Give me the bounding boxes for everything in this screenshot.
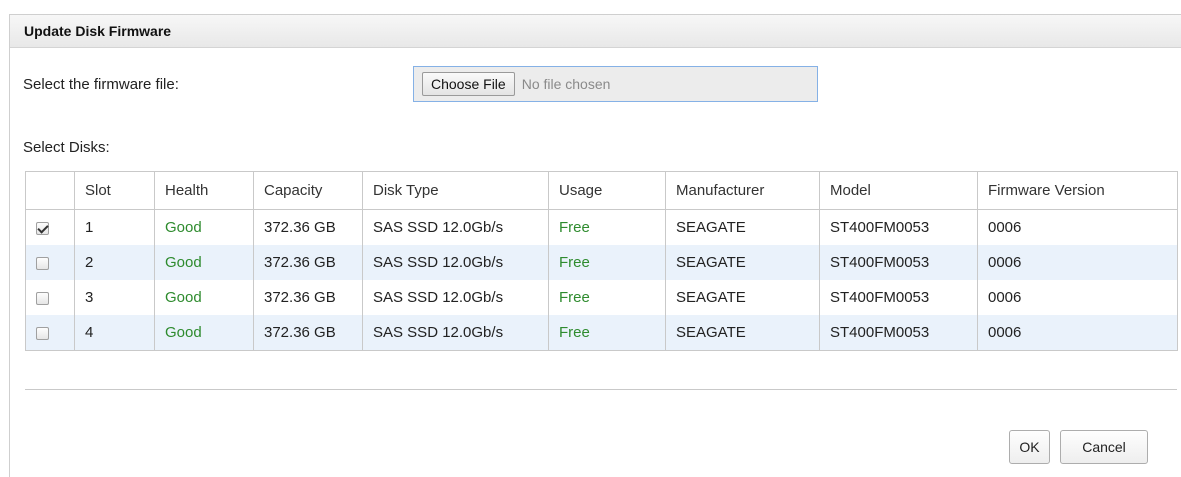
row-select-cell <box>25 209 75 245</box>
firmware-file-input[interactable]: Choose File No file chosen <box>413 66 818 102</box>
usage-cell: Free <box>548 209 666 245</box>
slot-cell: 2 <box>74 245 155 280</box>
disk-checkbox[interactable] <box>36 291 49 305</box>
health-cell: Good <box>154 245 254 280</box>
health-cell: Good <box>154 209 254 245</box>
slot-cell: 4 <box>74 315 155 351</box>
column-header-model[interactable]: Model <box>819 171 978 210</box>
select-disks-label: Select Disks: <box>23 139 110 156</box>
column-header-usage[interactable]: Usage <box>548 171 666 210</box>
manufacturer-cell: SEAGATE <box>665 315 820 351</box>
update-disk-firmware-dialog: Update Disk Firmware Select the firmware… <box>9 14 1181 477</box>
column-header-firmware-version[interactable]: Firmware Version <box>977 171 1178 210</box>
usage-cell: Free <box>548 245 666 280</box>
disk-checkbox[interactable] <box>36 256 49 270</box>
dialog-titlebar: Update Disk Firmware <box>10 15 1181 48</box>
disk-type-cell: SAS SSD 12.0Gb/s <box>362 209 549 245</box>
firmware-version-cell: 0006 <box>977 315 1178 351</box>
health-cell: Good <box>154 315 254 351</box>
footer-divider <box>25 389 1177 390</box>
model-cell: ST400FM0053 <box>819 280 978 315</box>
dialog-title: Update Disk Firmware <box>24 23 172 39</box>
cancel-button[interactable]: Cancel <box>1060 430 1148 464</box>
firmware-version-cell: 0006 <box>977 209 1178 245</box>
usage-cell: Free <box>548 280 666 315</box>
column-header-manufacturer[interactable]: Manufacturer <box>665 171 820 210</box>
disk-checkbox[interactable] <box>36 221 49 235</box>
disk-type-cell: SAS SSD 12.0Gb/s <box>362 315 549 351</box>
capacity-cell: 372.36 GB <box>253 280 363 315</box>
row-select-cell <box>25 315 75 351</box>
model-cell: ST400FM0053 <box>819 209 978 245</box>
capacity-cell: 372.36 GB <box>253 245 363 280</box>
table-row[interactable]: 2 Good 372.36 GB SAS SSD 12.0Gb/s Free S… <box>25 245 1178 280</box>
disk-type-cell: SAS SSD 12.0Gb/s <box>362 245 549 280</box>
column-header-select <box>25 171 75 210</box>
firmware-version-cell: 0006 <box>977 245 1178 280</box>
row-select-cell <box>25 245 75 280</box>
firmware-file-label: Select the firmware file: <box>23 76 179 93</box>
manufacturer-cell: SEAGATE <box>665 245 820 280</box>
row-select-cell <box>25 280 75 315</box>
table-row[interactable]: 4 Good 372.36 GB SAS SSD 12.0Gb/s Free S… <box>25 315 1178 351</box>
manufacturer-cell: SEAGATE <box>665 209 820 245</box>
disks-table: Slot Health Capacity Disk Type Usage Man… <box>25 171 1178 351</box>
model-cell: ST400FM0053 <box>819 315 978 351</box>
usage-cell: Free <box>548 315 666 351</box>
no-file-chosen-text: No file chosen <box>521 76 611 92</box>
slot-cell: 3 <box>74 280 155 315</box>
choose-file-button[interactable]: Choose File <box>422 72 515 96</box>
disk-type-cell: SAS SSD 12.0Gb/s <box>362 280 549 315</box>
ok-button[interactable]: OK <box>1009 430 1050 464</box>
disk-checkbox[interactable] <box>36 326 49 340</box>
firmware-version-cell: 0006 <box>977 280 1178 315</box>
column-header-slot[interactable]: Slot <box>74 171 155 210</box>
column-header-capacity[interactable]: Capacity <box>253 171 363 210</box>
column-header-disk-type[interactable]: Disk Type <box>362 171 549 210</box>
health-cell: Good <box>154 280 254 315</box>
slot-cell: 1 <box>74 209 155 245</box>
column-header-health[interactable]: Health <box>154 171 254 210</box>
table-row[interactable]: 1 Good 372.36 GB SAS SSD 12.0Gb/s Free S… <box>25 209 1178 245</box>
disks-table-body: 1 Good 372.36 GB SAS SSD 12.0Gb/s Free S… <box>25 209 1178 351</box>
model-cell: ST400FM0053 <box>819 245 978 280</box>
capacity-cell: 372.36 GB <box>253 315 363 351</box>
table-row[interactable]: 3 Good 372.36 GB SAS SSD 12.0Gb/s Free S… <box>25 280 1178 315</box>
table-header-row: Slot Health Capacity Disk Type Usage Man… <box>25 171 1178 210</box>
capacity-cell: 372.36 GB <box>253 209 363 245</box>
manufacturer-cell: SEAGATE <box>665 280 820 315</box>
